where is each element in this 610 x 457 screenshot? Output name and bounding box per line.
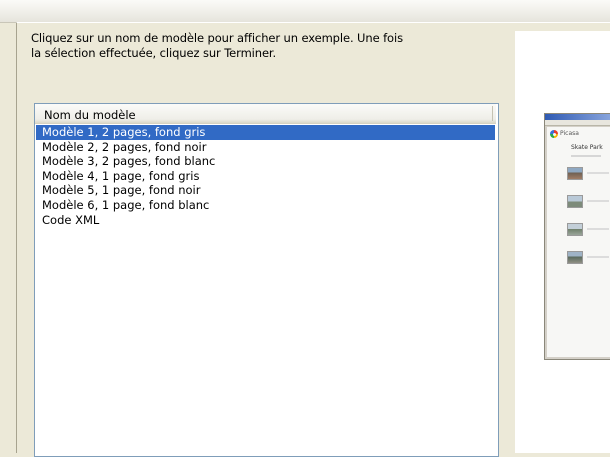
preview-caption-line bbox=[587, 172, 609, 174]
column-header-label: Nom du modèle bbox=[44, 108, 136, 122]
template-selection-dialog: Cliquez sur un nom de modèle pour affich… bbox=[16, 22, 610, 457]
preview-caption-line bbox=[587, 256, 609, 258]
preview-photo bbox=[567, 167, 583, 180]
preview-caption-line bbox=[587, 200, 609, 202]
list-item[interactable]: Modèle 3, 2 pages, fond blanc bbox=[36, 154, 495, 169]
list-item[interactable]: Modèle 4, 1 page, fond gris bbox=[36, 169, 495, 184]
instructions-text: Cliquez sur un nom de modèle pour affich… bbox=[31, 31, 515, 60]
preview-heading: Skate Park bbox=[571, 144, 603, 151]
preview-window-menubar bbox=[545, 120, 610, 126]
list-item[interactable]: Modèle 2, 2 pages, fond noir bbox=[36, 140, 495, 155]
template-preview-thumbnail: Picasa Skate Park bbox=[544, 113, 610, 360]
preview-photo bbox=[567, 195, 583, 208]
preview-photo bbox=[567, 223, 583, 236]
window-top-bar bbox=[0, 0, 610, 23]
preview-brand: Picasa bbox=[560, 130, 579, 137]
list-item[interactable]: Modèle 5, 1 page, fond noir bbox=[36, 183, 495, 198]
list-item[interactable]: Code XML bbox=[36, 213, 495, 228]
preview-caption-line bbox=[587, 228, 609, 230]
template-list-items: Modèle 1, 2 pages, fond gris Modèle 2, 2… bbox=[36, 125, 495, 227]
column-header-template-name[interactable]: Nom du modèle bbox=[35, 104, 496, 124]
instructions-line-1: Cliquez sur un nom de modèle pour affich… bbox=[31, 31, 403, 45]
list-item[interactable]: Modèle 1, 2 pages, fond gris bbox=[36, 125, 495, 140]
preview-page: Picasa Skate Park bbox=[547, 127, 610, 357]
preview-photo bbox=[567, 251, 583, 264]
template-list[interactable]: Nom du modèle Modèle 1, 2 pages, fond gr… bbox=[34, 103, 499, 457]
list-item[interactable]: Modèle 6, 1 page, fond blanc bbox=[36, 198, 495, 213]
column-divider[interactable] bbox=[492, 106, 493, 121]
preview-panel: Picasa Skate Park bbox=[515, 31, 610, 453]
preview-subtitle-line bbox=[571, 155, 601, 157]
picasa-logo-icon bbox=[550, 130, 558, 138]
instructions-line-2: la sélection effectuée, cliquez sur Term… bbox=[31, 45, 277, 60]
